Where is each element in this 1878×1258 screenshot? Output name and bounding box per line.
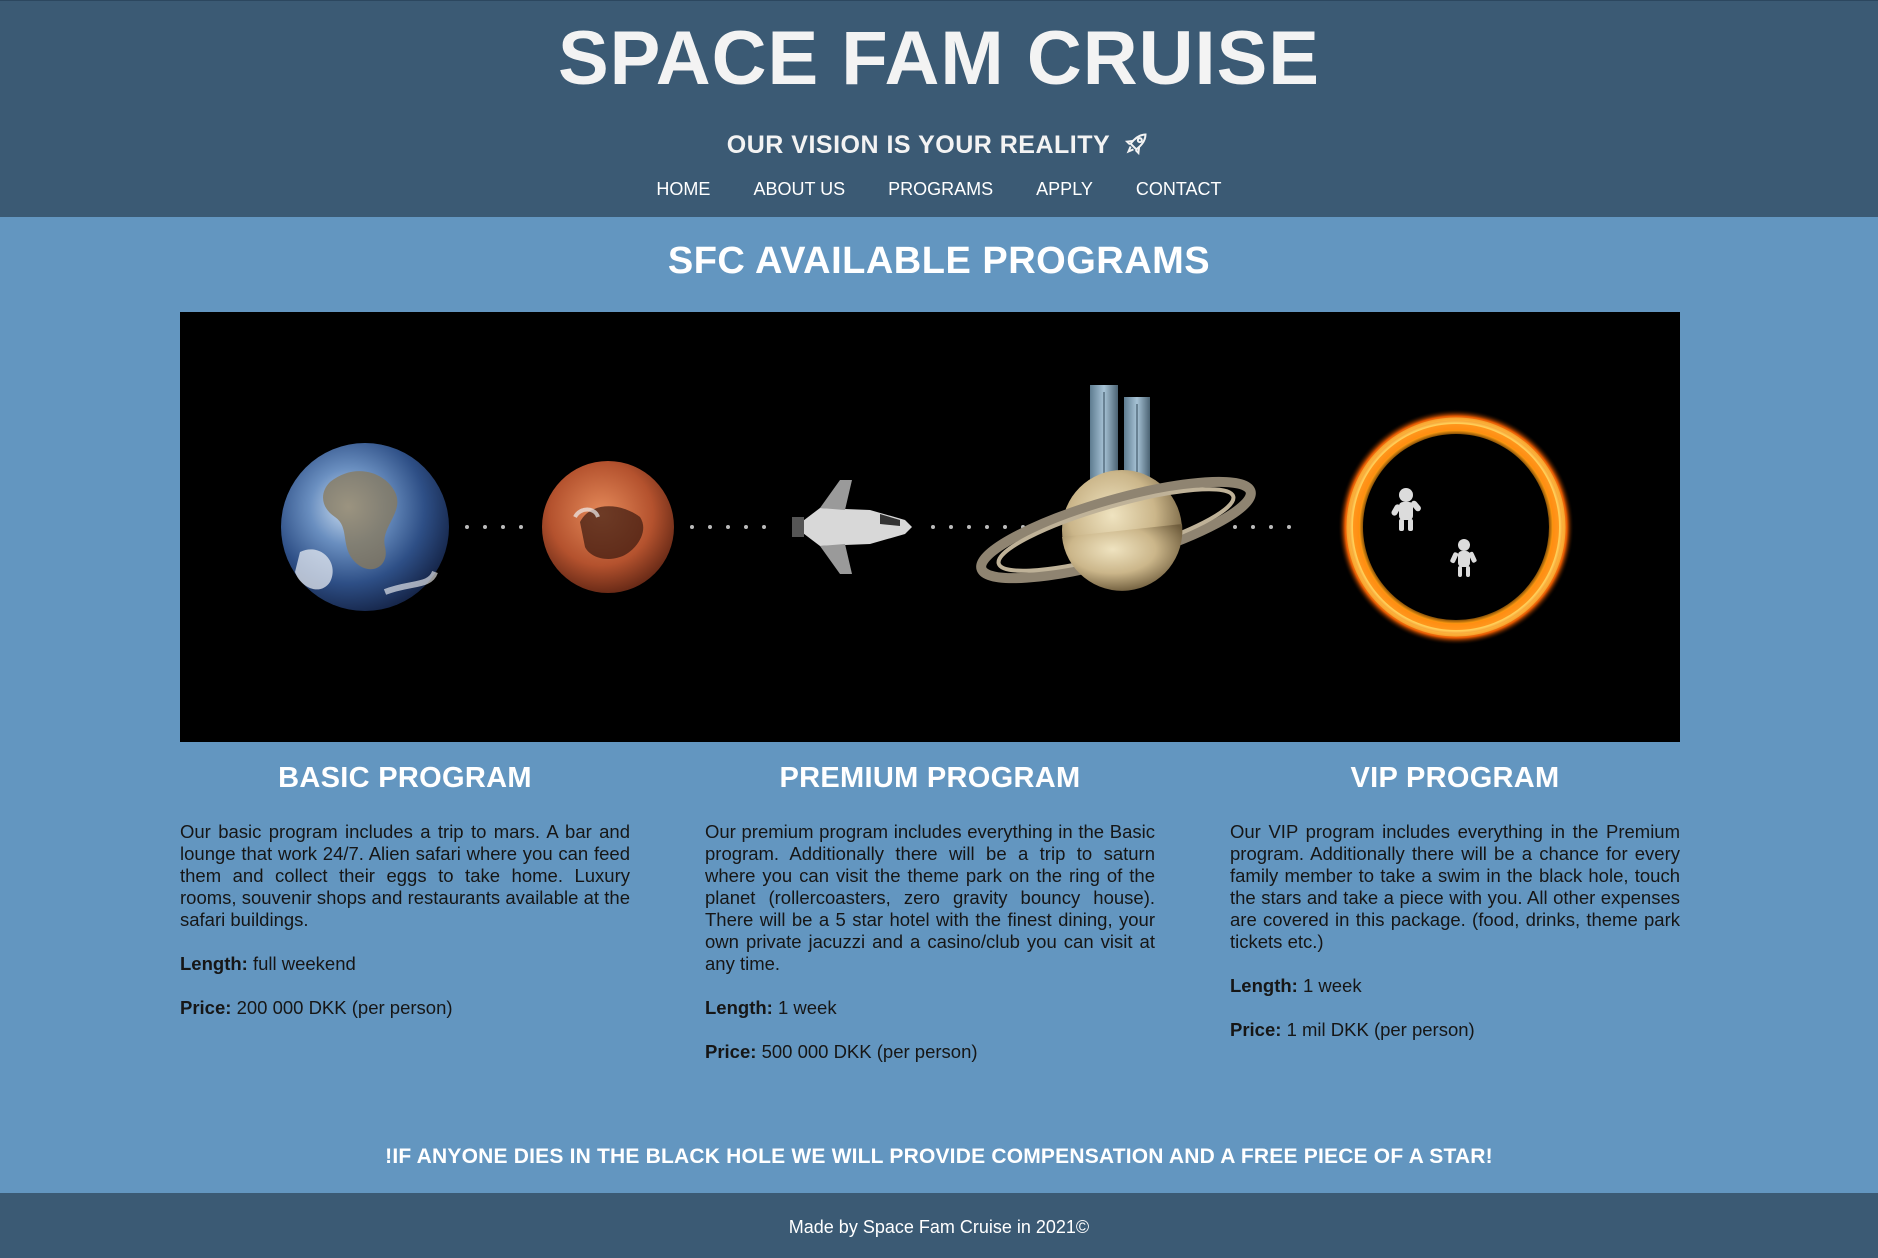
site-footer: Made by Space Fam Cruise in 2021© bbox=[0, 1193, 1878, 1258]
price-label: Price: bbox=[1230, 1019, 1282, 1040]
nav-home[interactable]: HOME bbox=[656, 179, 710, 199]
space-shuttle-image bbox=[792, 480, 912, 574]
program-description: Our basic program includes a trip to mar… bbox=[180, 821, 630, 930]
price-value: 500 000 DKK (per person) bbox=[761, 1041, 978, 1062]
length-label: Length: bbox=[705, 997, 773, 1018]
program-description: Our VIP program includes everything in t… bbox=[1230, 821, 1680, 952]
length-value: full weekend bbox=[252, 953, 356, 974]
black-hole-image bbox=[1338, 409, 1574, 645]
site-header: SPACE FAM CRUISE OUR VISION IS YOUR REAL… bbox=[0, 0, 1878, 217]
program-premium: PREMIUM PROGRAM Our premium program incl… bbox=[705, 762, 1155, 1063]
nav-apply[interactable]: APPLY bbox=[1036, 179, 1093, 199]
footer-copyright: Made by Space Fam Cruise in 2021© bbox=[788, 1217, 1090, 1237]
nav-programs[interactable]: PROGRAMS bbox=[888, 179, 993, 199]
route-dots-4 bbox=[1233, 525, 1291, 529]
program-title: VIP PROGRAM bbox=[1350, 762, 1560, 794]
main-nav: HOME ABOUT US PROGRAMS APPLY CONTACT bbox=[0, 179, 1878, 200]
earth-image bbox=[281, 443, 449, 611]
price-value: 1 mil DKK (per person) bbox=[1286, 1019, 1475, 1040]
program-basic: BASIC PROGRAM Our basic program includes… bbox=[180, 762, 630, 1019]
route-dots-1 bbox=[465, 525, 523, 529]
price-label: Price: bbox=[180, 997, 232, 1018]
program-price: Price: 1 mil DKK (per person) bbox=[1230, 1019, 1680, 1041]
length-label: Length: bbox=[180, 953, 248, 974]
mars-image bbox=[542, 461, 674, 593]
program-vip: VIP PROGRAM Our VIP program includes eve… bbox=[1230, 762, 1680, 1041]
saturn-image bbox=[976, 385, 1256, 591]
nav-contact[interactable]: CONTACT bbox=[1136, 179, 1222, 199]
rocket-icon bbox=[1123, 129, 1151, 164]
length-value: 1 week bbox=[777, 997, 837, 1018]
length-label: Length: bbox=[1230, 975, 1298, 996]
black-hole-notice: !IF ANYONE DIES IN THE BLACK HOLE WE WIL… bbox=[385, 1145, 1493, 1168]
section-title: SFC AVAILABLE PROGRAMS bbox=[667, 240, 1211, 282]
program-title: BASIC PROGRAM bbox=[278, 762, 532, 794]
program-price: Price: 200 000 DKK (per person) bbox=[180, 997, 630, 1019]
tagline: OUR VISION IS YOUR REALITY bbox=[0, 129, 1878, 164]
route-dots-2 bbox=[690, 525, 766, 529]
price-label: Price: bbox=[705, 1041, 757, 1062]
site-title: SPACE FAM CRUISE bbox=[557, 16, 1320, 101]
program-length: Length: full weekend bbox=[180, 953, 630, 975]
length-value: 1 week bbox=[1302, 975, 1362, 996]
programs-banner-image bbox=[180, 312, 1680, 742]
program-description: Our premium program includes everything … bbox=[705, 821, 1155, 974]
program-price: Price: 500 000 DKK (per person) bbox=[705, 1041, 1155, 1063]
program-length: Length: 1 week bbox=[1230, 975, 1680, 997]
tagline-text: OUR VISION IS YOUR REALITY bbox=[726, 131, 1110, 159]
program-length: Length: 1 week bbox=[705, 997, 1155, 1019]
nav-about-us[interactable]: ABOUT US bbox=[753, 179, 845, 199]
route-dots-3 bbox=[931, 525, 1025, 529]
price-value: 200 000 DKK (per person) bbox=[236, 997, 453, 1018]
program-title: PREMIUM PROGRAM bbox=[779, 762, 1081, 794]
